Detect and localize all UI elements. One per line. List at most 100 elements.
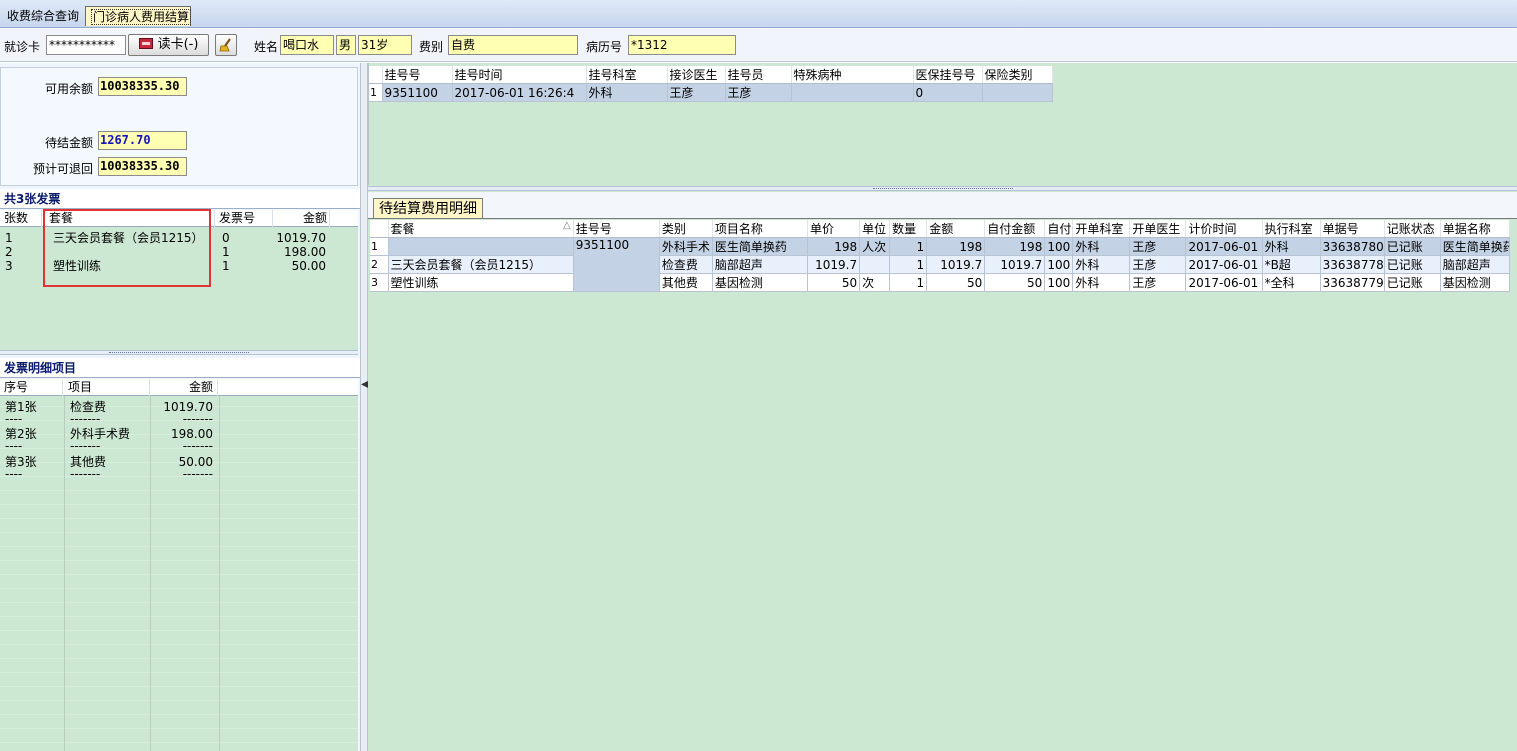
table-row[interactable]: 2 三天会员套餐（会员1215） 检查费 脑部超声 1019.7 1 1019.…: [370, 255, 1511, 274]
tab-charge-query[interactable]: 收费综合查询: [2, 6, 82, 26]
cell-self-pay-amount: 198: [984, 237, 1046, 256]
detail-seq: ----: [5, 439, 23, 453]
detail-amount: -------: [182, 439, 213, 453]
cell-doc-no: 33638779: [1320, 273, 1385, 292]
col-reg-dept: 挂号科室: [586, 66, 668, 84]
cell-reg-no: 9351100: [573, 237, 660, 292]
cell-item-name: 脑部超声: [712, 255, 809, 274]
col-unit: 单位: [859, 220, 891, 238]
invoice-amount: 50.00: [291, 259, 326, 273]
cell-posting-status: 已记账: [1384, 237, 1441, 256]
available-balance-label: 可用余额: [44, 82, 93, 96]
col-category: 类别: [659, 220, 713, 238]
cell-order-doctor: 王彦: [1129, 255, 1187, 274]
cell-doc-no: 33638778: [1320, 255, 1385, 274]
record-number-field[interactable]: *1312: [628, 35, 736, 55]
invoice-detail-grid[interactable]: 序号 项目 金额 第1张 检查费 1019.70 ---- ------- --…: [0, 379, 358, 751]
cell-order-dept: 外科: [1072, 255, 1131, 274]
cell-unit-price: 198: [807, 237, 861, 256]
cell-order-doctor: 王彦: [1129, 273, 1187, 292]
cell-package: [388, 237, 574, 256]
cell-doctor: 王彦: [667, 83, 726, 102]
cell-charge-time: 2017-06-01: [1185, 273, 1263, 292]
column-divider: [64, 396, 65, 751]
cell-doc-name: 医生简单换药: [1440, 237, 1511, 256]
col-item: 项目: [66, 379, 150, 396]
table-row[interactable]: 3 塑性训练 其他费 基因检测 50 次 1 50 50 100 外科 王彦 2…: [370, 273, 1511, 292]
cell-exec-dept: *全科: [1262, 273, 1321, 292]
cell-unit: [859, 255, 891, 274]
sort-ascending-icon[interactable]: △: [563, 220, 571, 231]
fee-type-field[interactable]: 自费: [448, 35, 578, 55]
read-card-button[interactable]: 读卡(-): [128, 34, 209, 56]
age-field[interactable]: 31岁: [358, 35, 412, 55]
card-label: 就诊卡: [4, 40, 41, 54]
cell-order-dept: 外科: [1072, 237, 1131, 256]
read-card-label: 读卡(-): [157, 37, 199, 52]
column-divider: [219, 396, 220, 751]
clear-button[interactable]: [215, 34, 237, 56]
cell-quantity: 1: [889, 273, 928, 292]
pending-header-row: 套餐 △ 挂号号 类别 项目名称 单价 单位 数量 金额 自付金额 自付 开单科室…: [370, 220, 1511, 238]
table-row[interactable]: 1 9351100 外科手术 医生简单换药 198 人次 1 198 198 1…: [370, 237, 1511, 292]
cell-doc-name: 基因检测: [1440, 273, 1511, 292]
invoice-detail-header: 序号 项目 金额: [0, 379, 358, 396]
detail-item: -------: [70, 439, 101, 453]
left-horizontal-splitter[interactable]: [0, 350, 358, 355]
card-reader-icon: [138, 38, 153, 49]
col-doc-no: 单据号: [1320, 220, 1385, 238]
left-panel: 可用余额 10038335.30 待结金额 1267.70 预计可退回 1003…: [0, 63, 360, 751]
sex-field[interactable]: 男: [336, 35, 356, 55]
row-number: 1: [370, 237, 389, 256]
col-amount: 金额: [275, 210, 330, 227]
column-divider: [150, 396, 151, 751]
card-number-field[interactable]: ***********: [46, 35, 126, 55]
col-reg-no: 挂号号: [382, 66, 453, 84]
cell-package: 三天会员套餐（会员1215）: [388, 255, 574, 274]
refundable-value: 10038335.30: [98, 157, 187, 176]
collapse-left-icon[interactable]: ◀: [361, 379, 369, 391]
cell-self-pay-amount: 50: [984, 273, 1046, 292]
cell-self-pay-amount: 1019.7: [984, 255, 1046, 274]
pending-fees-table[interactable]: 套餐 △ 挂号号 类别 项目名称 单价 单位 数量 金额 自付金额 自付 开单科室…: [370, 220, 1511, 292]
col-exec-dept: 执行科室: [1262, 220, 1321, 238]
tab-underline: [368, 218, 1517, 219]
col-self-pay-amount: 自付金额: [984, 220, 1046, 238]
cell-exec-dept: *B超: [1262, 255, 1321, 274]
pending-amount-value: 1267.70: [98, 131, 187, 150]
cell-insurance-reg-no: 0: [913, 83, 983, 102]
cell-self-pay-ratio: 100: [1044, 237, 1074, 256]
cell-quantity: 1: [889, 237, 928, 256]
table-row[interactable]: 1 9351100 2017-06-01 16:26:4 外科 王彦 王彦 0: [369, 83, 1053, 102]
tab-outpatient-settlement-label: 门诊病人费用结算: [91, 9, 192, 25]
cell-registrar: 王彦: [725, 83, 792, 102]
tab-outpatient-settlement[interactable]: 门诊病人费用结算: [85, 6, 192, 26]
name-field[interactable]: 喝口水: [280, 35, 334, 55]
available-balance-value: 10038335.30: [98, 77, 187, 96]
cell-item-name: 医生简单换药: [712, 237, 809, 256]
cell-category: 外科手术: [659, 237, 713, 256]
row-number-header: [369, 66, 383, 84]
invoice-count-title: 共3张发票: [0, 189, 360, 209]
right-horizontal-splitter[interactable]: [368, 186, 1517, 191]
cell-charge-time: 2017-06-01: [1185, 255, 1263, 274]
pending-amount-label: 待结金额: [44, 136, 93, 150]
col-item-name: 项目名称: [712, 220, 809, 238]
col-posting-status: 记账状态: [1384, 220, 1441, 238]
cell-unit: 次: [859, 273, 891, 292]
broom-icon: [219, 38, 231, 52]
invoice-number: 1: [222, 259, 230, 273]
cell-order-doctor: 王彦: [1129, 237, 1187, 256]
record-number-label: 病历号: [586, 40, 623, 54]
cell-amount: 1019.7: [926, 255, 986, 274]
detail-seq: ----: [5, 412, 23, 426]
pending-tab-strip: [368, 192, 1517, 219]
col-doc-name: 单据名称: [1440, 220, 1511, 238]
vertical-splitter[interactable]: ◀: [360, 63, 369, 751]
col-reg-time: 挂号时间: [452, 66, 587, 84]
registration-table[interactable]: 挂号号 挂号时间 挂号科室 接诊医生 挂号员 特殊病种 医保挂号号 保险类别 1…: [369, 66, 1053, 102]
col-count: 张数: [2, 210, 42, 227]
invoice-no: 3: [5, 259, 13, 273]
tab-pending-fee-details[interactable]: 待结算费用明细: [373, 198, 483, 219]
cell-item-name: 基因检测: [712, 273, 809, 292]
